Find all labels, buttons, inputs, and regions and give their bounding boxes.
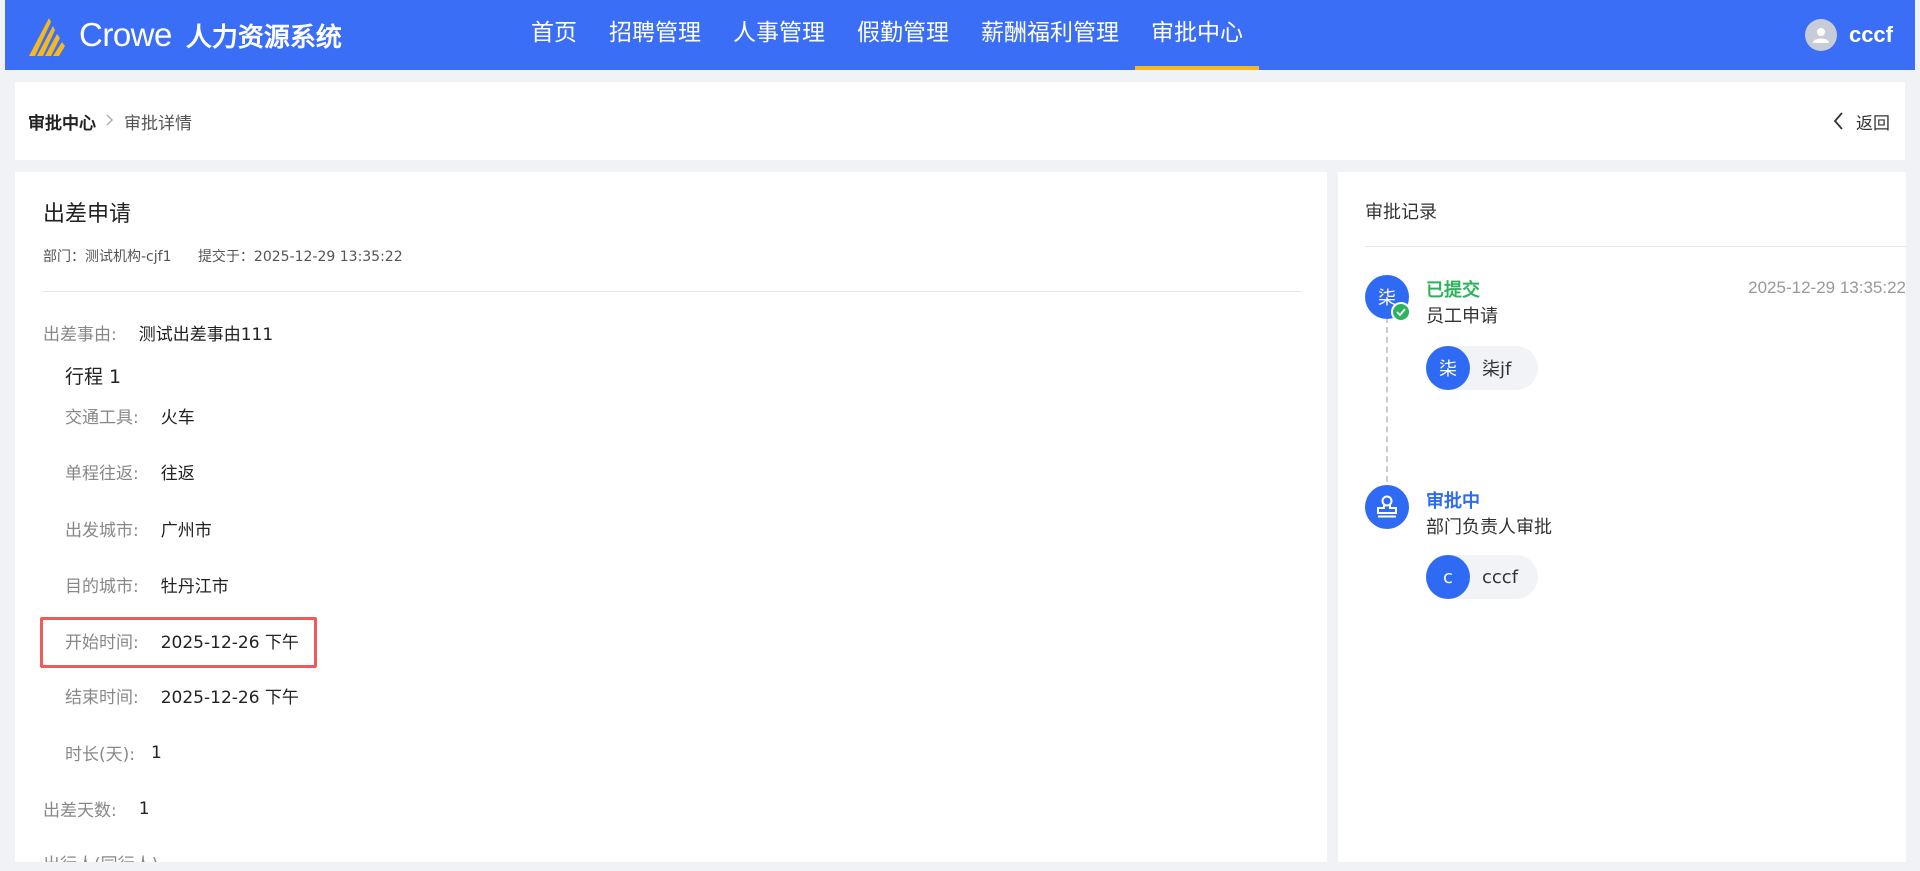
approver-name: 柒jf xyxy=(1482,359,1512,380)
form-submitted-time: 提交于：2025-12-29 13:35:22 xyxy=(197,249,403,265)
approver-avatar: 柒 xyxy=(1426,346,1470,390)
brand-name: Crowe xyxy=(79,16,172,53)
form-detail-panel: 出差申请 部门：测试机构-cjf1 提交于：2025-12-29 13:35:2… xyxy=(15,172,1327,862)
field-label: 出发城市: xyxy=(65,521,139,541)
nav-personnel[interactable]: 人事管理 xyxy=(717,0,841,70)
nav-home[interactable]: 首页 xyxy=(515,0,593,70)
user-name: cccf xyxy=(1848,22,1893,47)
field-total-days: 出差天数: 1 xyxy=(43,796,150,822)
field-transport: 交通工具: 火车 xyxy=(65,403,195,428)
back-button[interactable]: 返回 xyxy=(1833,82,1890,160)
check-icon xyxy=(1391,302,1411,322)
highlight-box xyxy=(40,617,317,668)
field-label: 时长(天): xyxy=(65,745,135,765)
field-value: 牡丹江市 xyxy=(160,577,229,597)
approver-chip[interactable]: 柒 柒jf xyxy=(1426,346,1538,390)
field-value: 广州市 xyxy=(160,521,212,541)
field-label: 单程往返: xyxy=(65,464,139,484)
step-time: 2025-12-29 13:35:22 xyxy=(1748,278,1906,297)
divider xyxy=(1365,246,1906,247)
approval-record-title: 审批记录 xyxy=(1365,202,1437,223)
nav-recruitment[interactable]: 招聘管理 xyxy=(593,0,717,70)
field-label: 结束时间: xyxy=(65,688,139,708)
breadcrumb-current: 审批详情 xyxy=(124,113,192,134)
step-status: 审批中 xyxy=(1426,491,1480,512)
field-label: 出差天数: xyxy=(43,801,117,821)
user-avatar-icon xyxy=(1804,19,1837,51)
field-label: 交通工具: xyxy=(65,408,139,428)
approver-name: cccf xyxy=(1482,566,1519,588)
field-value: 往返 xyxy=(160,464,195,484)
top-header: Crowe 人力资源系统 首页 招聘管理 人事管理 假勤管理 薪酬福利管理 审批… xyxy=(5,0,1915,70)
main-nav: 首页 招聘管理 人事管理 假勤管理 薪酬福利管理 审批中心 xyxy=(515,0,1259,70)
chevron-right-icon xyxy=(106,112,114,130)
field-duration: 时长(天): 1 xyxy=(65,740,162,766)
nav-payroll[interactable]: 薪酬福利管理 xyxy=(965,0,1135,70)
field-label: 出差事由: xyxy=(43,325,117,345)
system-name: 人力资源系统 xyxy=(185,22,342,53)
field-label: 目的城市: xyxy=(65,577,139,597)
form-meta: 部门：测试机构-cjf1 提交于：2025-12-29 13:35:22 xyxy=(43,246,403,266)
breadcrumb-bar: 审批中心 审批详情 返回 xyxy=(15,82,1905,160)
field-value: 1 xyxy=(151,742,162,763)
approval-record-panel: 审批记录 柒 已提交 2025-12-29 13:35:22 员工申请 柒 柒j… xyxy=(1338,172,1906,862)
breadcrumb: 审批中心 审批详情 xyxy=(28,82,192,160)
field-value: 火车 xyxy=(160,408,195,428)
form-department: 部门：测试机构-cjf1 xyxy=(43,249,172,265)
breadcrumb-root[interactable]: 审批中心 xyxy=(28,109,96,134)
crowe-logo[interactable]: Crowe 人力资源系统 xyxy=(27,12,342,58)
approver-chip[interactable]: c cccf xyxy=(1426,555,1538,599)
chevron-left-icon xyxy=(1833,112,1843,130)
step-desc: 员工申请 xyxy=(1426,306,1498,327)
timeline-connector xyxy=(1386,317,1388,482)
field-value: 测试出差事由111 xyxy=(138,325,274,345)
step-desc: 部门负责人审批 xyxy=(1426,517,1552,538)
nav-approval-center[interactable]: 审批中心 xyxy=(1135,0,1259,70)
field-destination-city: 目的城市: 牡丹江市 xyxy=(65,572,229,597)
field-departure-city: 出发城市: 广州市 xyxy=(65,516,212,541)
nav-attendance[interactable]: 假勤管理 xyxy=(841,0,965,70)
field-companions: 出行人(同行人) xyxy=(43,850,158,862)
trip-title: 行程 1 xyxy=(65,366,122,388)
field-value: 1 xyxy=(138,798,150,819)
field-end-time: 结束时间: 2025-12-26 下午 xyxy=(65,683,299,708)
user-menu[interactable]: cccf xyxy=(1804,0,1893,70)
crowe-logo-icon xyxy=(29,18,65,56)
step-status: 已提交 xyxy=(1426,280,1480,301)
field-label: 出行人(同行人) xyxy=(43,850,158,862)
form-title: 出差申请 xyxy=(43,202,132,227)
field-trip-type: 单程往返: 往返 xyxy=(65,459,195,484)
back-label: 返回 xyxy=(1856,113,1890,134)
field-value: 2025-12-26 下午 xyxy=(160,688,299,708)
divider xyxy=(43,291,1301,292)
approver-avatar: c xyxy=(1426,555,1470,599)
stamp-icon xyxy=(1365,485,1409,529)
field-reason: 出差事由: 测试出差事由111 xyxy=(43,320,273,345)
